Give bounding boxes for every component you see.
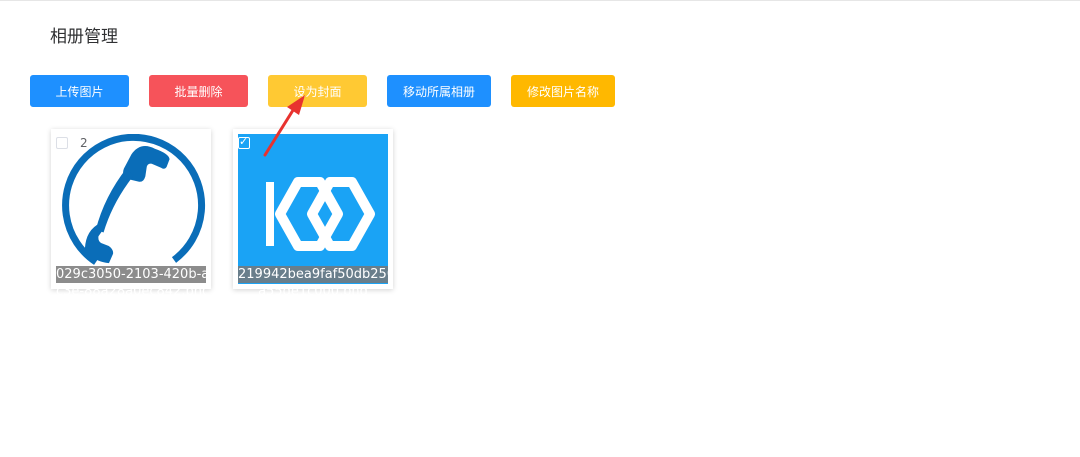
page-title: 相册管理 xyxy=(50,27,118,47)
photo-filename: 219942bea9faf50db250 a55de1c000.png xyxy=(238,266,388,300)
annotation-arrow-icon xyxy=(263,95,305,157)
rename-image-button[interactable]: 修改图片名称 xyxy=(511,75,615,107)
upload-image-button[interactable]: 上传图片 xyxy=(30,75,129,107)
photo-index: 2 xyxy=(80,136,88,150)
filename-line-1: 029c3050-2103-420b-a xyxy=(56,266,206,283)
filename-line-2: a55de1c000.png xyxy=(258,284,368,299)
filename-line-2: c3e-88a28a0ec842.png xyxy=(56,284,206,299)
telephone-logo-icon xyxy=(56,134,206,284)
photo-thumbnail xyxy=(56,134,206,284)
move-album-button[interactable]: 移动所属相册 xyxy=(387,75,491,107)
photo-checkbox[interactable] xyxy=(56,137,68,149)
filename-line-1: 219942bea9faf50db250 xyxy=(238,266,388,283)
batch-delete-button[interactable]: 批量删除 xyxy=(149,75,248,107)
photo-checkbox[interactable]: ✓ xyxy=(238,135,250,149)
photo-card[interactable]: 2 029c3050-2103-420b-a c3e-88a28a0ec842.… xyxy=(51,129,211,299)
check-icon: ✓ xyxy=(239,135,249,148)
photo-filename: 029c3050-2103-420b-a c3e-88a28a0ec842.pn… xyxy=(56,266,206,300)
